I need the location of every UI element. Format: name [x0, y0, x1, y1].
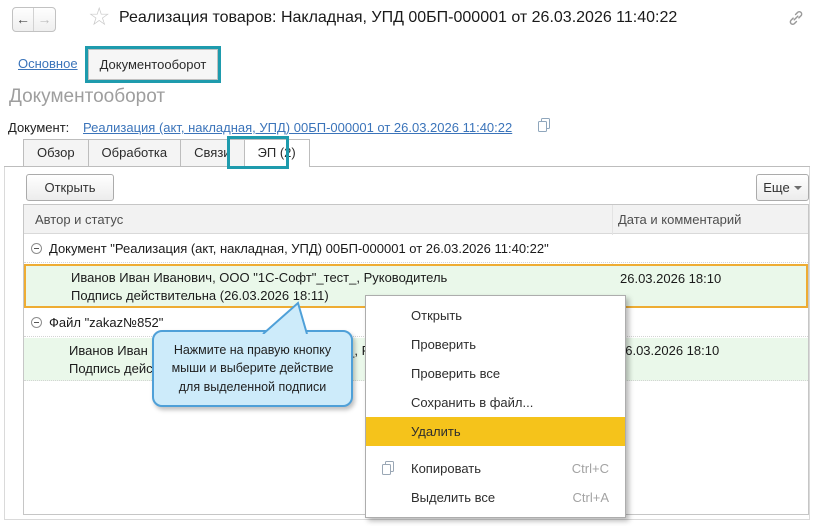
- tab-svyazi[interactable]: Связи: [180, 139, 244, 166]
- tooltip-text: Нажмите на правую кнопку мыши и выберите…: [164, 341, 341, 395]
- menu-item-save-to-file[interactable]: Сохранить в файл...: [366, 388, 625, 417]
- table-header: Автор и статус Дата и комментарий: [24, 205, 808, 234]
- copy-icon: [380, 460, 396, 476]
- menu-item-copy[interactable]: Копировать Ctrl+C: [366, 454, 625, 483]
- menu-item-label: Копировать: [411, 461, 481, 476]
- tab-obzor[interactable]: Обзор: [23, 139, 89, 166]
- collapse-icon[interactable]: [31, 317, 42, 328]
- menu-shortcut: Ctrl+C: [572, 454, 609, 483]
- more-button-label: Еще: [763, 180, 789, 195]
- section-tab-strip: Обзор Обработка Связи ЭП (2): [4, 139, 810, 167]
- group-row-label: Файл "zakaz№852": [49, 315, 163, 330]
- menu-item-select-all[interactable]: Выделить все Ctrl+A: [366, 483, 625, 512]
- column-header-date[interactable]: Дата и комментарий: [618, 212, 741, 227]
- back-button[interactable]: ←: [13, 8, 34, 31]
- signature-date: 26.03.2026 18:10: [618, 342, 719, 360]
- menu-shortcut: Ctrl+A: [573, 483, 609, 512]
- forward-button[interactable]: →: [34, 8, 55, 31]
- group-row-label: Документ "Реализация (акт, накладная, УП…: [49, 241, 549, 256]
- table-row-group-document[interactable]: Документ "Реализация (акт, накладная, УП…: [24, 235, 808, 263]
- menu-item-verify[interactable]: Проверить: [366, 330, 625, 359]
- context-menu: Открыть Проверить Проверить все Сохранит…: [365, 295, 626, 518]
- favorite-star-icon[interactable]: ☆: [88, 2, 110, 32]
- tab-osnovnoe[interactable]: Основное: [18, 56, 78, 71]
- app-window: ← → ☆ Реализация товаров: Накладная, УПД…: [0, 0, 813, 526]
- open-button[interactable]: Открыть: [26, 174, 114, 201]
- get-link-icon[interactable]: [787, 9, 805, 27]
- signature-date: 26.03.2026 18:10: [620, 270, 721, 288]
- tooltip-pointer: [255, 301, 315, 334]
- history-nav-group: ← →: [12, 7, 56, 32]
- window-title: Реализация товаров: Накладная, УПД 00БП-…: [119, 9, 677, 27]
- menu-separator: [366, 446, 625, 454]
- tab-obrabotka[interactable]: Обработка: [88, 139, 182, 166]
- menu-item-label: Выделить все: [411, 490, 495, 505]
- tab-ep[interactable]: ЭП (2): [244, 139, 310, 167]
- column-header-author[interactable]: Автор и статус: [35, 212, 123, 227]
- tooltip-callout: Нажмите на правую кнопку мыши и выберите…: [152, 330, 353, 407]
- chevron-down-icon: [794, 186, 802, 190]
- document-label: Документ:: [8, 120, 69, 135]
- document-link[interactable]: Реализация (акт, накладная, УПД) 00БП-00…: [83, 120, 512, 135]
- menu-item-delete[interactable]: Удалить: [366, 417, 625, 446]
- copy-icon[interactable]: [536, 117, 552, 133]
- menu-item-open[interactable]: Открыть: [366, 301, 625, 330]
- more-button[interactable]: Еще: [756, 174, 809, 201]
- page-title: Документооборот: [9, 86, 165, 108]
- menu-item-verify-all[interactable]: Проверить все: [366, 359, 625, 388]
- collapse-icon[interactable]: [31, 243, 42, 254]
- tab-dokumentooborot[interactable]: Документооборот: [88, 49, 218, 80]
